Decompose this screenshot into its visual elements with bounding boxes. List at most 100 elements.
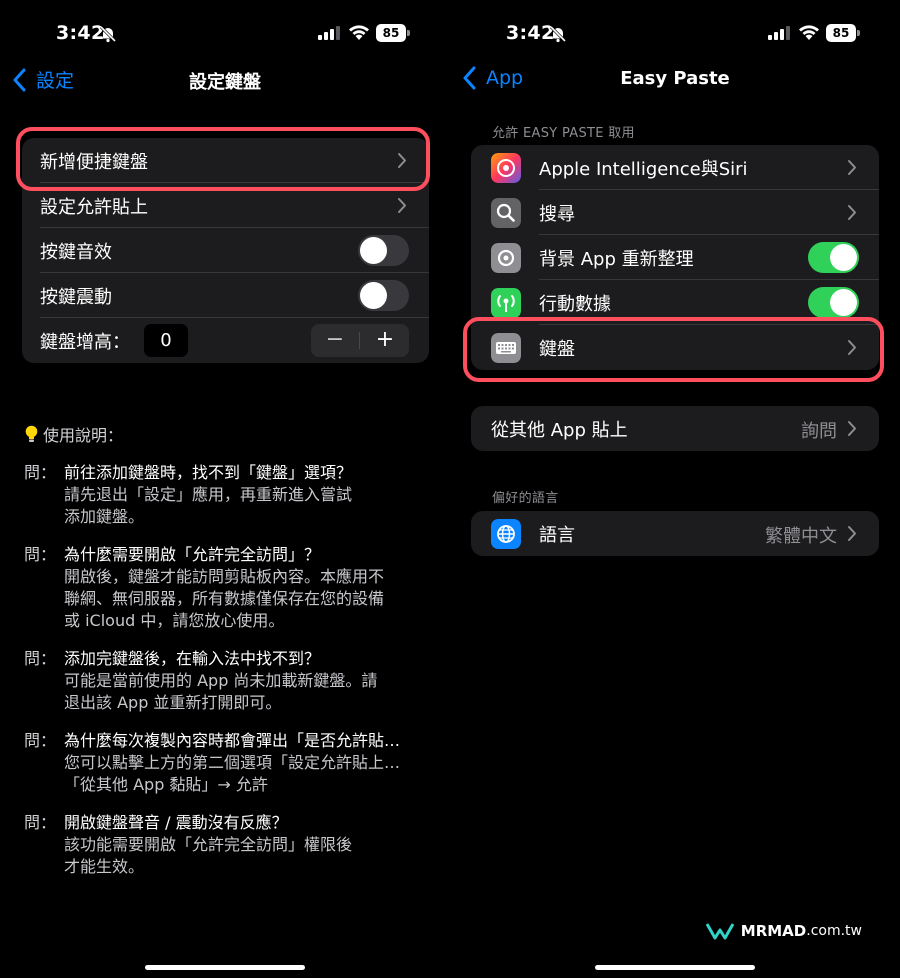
faq-answer-line: 開啟後，鍵盤才能訪問剪貼板內容。本應用不 [64, 567, 385, 586]
battery-icon: 85 [376, 24, 410, 42]
key-sound-row: 按鍵音效 [22, 228, 429, 273]
language-row[interactable]: 語言 繁體中文 [471, 511, 879, 556]
chevron-right-icon [848, 526, 856, 541]
faq-answer-line: 才能生效。 [64, 857, 145, 876]
faq-body: 添加完鍵盤後，在輸入法中找不到？ 可能是當前使用的 App 尚未加載新鍵盤。請 退出… [64, 648, 434, 714]
faq-item: 問： 添加完鍵盤後，在輸入法中找不到？ 可能是當前使用的 App 尚未加載新鍵盤。請… [24, 648, 434, 714]
decrement-button[interactable]: − [311, 324, 359, 357]
page-title: 設定鍵盤 [189, 72, 261, 93]
chevron-right-icon [848, 160, 856, 175]
watermark-brand: MRMAD [740, 922, 807, 940]
faq-item: 問： 為什麼每次複製內容時都會彈出「是否允許貼… 您可以點擊上方的第二個選項「設定允… [24, 730, 434, 796]
faq-question: 為什麼需要開啟「允許完全訪問」？ [64, 545, 321, 564]
faq-question: 前往添加鍵盤時，找不到「鍵盤」選項？ [64, 463, 353, 482]
mrmad-logo-icon [705, 923, 735, 940]
battery-level: 85 [376, 24, 406, 42]
faq-item: 問： 開啟鍵盤聲音 / 震動沒有反應？ 該功能需要開啟「允許完全訪問」權限後 才能生效… [24, 812, 434, 878]
paste-from-apps-label: 從其他 App 貼上 [491, 419, 628, 441]
wifi-icon [799, 25, 819, 40]
help-title-text: 使用說明： [43, 426, 124, 445]
home-indicator [145, 965, 305, 970]
siri-label: Apple Intelligence與Siri [539, 158, 748, 180]
faq-prefix: 問： [24, 813, 57, 832]
increment-button[interactable]: + [361, 324, 409, 357]
language-group: 語言 繁體中文 [471, 511, 879, 556]
faq-prefix: 問： [24, 649, 57, 668]
key-vibration-toggle[interactable] [358, 280, 409, 311]
chevron-right-icon [848, 421, 856, 436]
wifi-icon [349, 25, 369, 40]
cellular-signal-icon [318, 26, 340, 40]
faq-answer-line: 該功能需要開啟「允許完全訪問」權限後 [64, 835, 353, 854]
nav-bar: App Easy Paste [450, 62, 900, 98]
siri-icon [491, 153, 521, 183]
gear-icon [491, 243, 521, 273]
keyboard-height-value[interactable]: 0 [144, 324, 188, 357]
battery-level: 85 [826, 24, 856, 42]
search-icon [491, 198, 521, 228]
faq-body: 為什麼需要開啟「允許完全訪問」？ 開啟後，鍵盤才能訪問剪貼板內容。本應用不 聯網、無… [64, 544, 434, 632]
status-time: 3:42 [56, 22, 105, 44]
lightbulb-icon [25, 425, 38, 442]
faq-body: 為什麼每次複製內容時都會彈出「是否允許貼… 您可以點擊上方的第二個選項「設定允許貼… [64, 730, 434, 796]
faq-question: 為什麼每次複製內容時都會彈出「是否允許貼… [64, 731, 401, 750]
page-title: Easy Paste [620, 68, 730, 89]
faq-body: 開啟鍵盤聲音 / 震動沒有反應？ 該功能需要開啟「允許完全訪問」權限後 才能生效。 [64, 812, 434, 878]
faq-item: 問： 為什麼需要開啟「允許完全訪問」？ 開啟後，鍵盤才能訪問剪貼板內容。本應用不 聯網… [24, 544, 434, 632]
allow-paste-label: 設定允許貼上 [40, 196, 148, 218]
faq-answer-line: 或 iCloud 中，請您放心使用。 [64, 611, 285, 630]
faq-item: 問： 前往添加鍵盤時，找不到「鍵盤」選項？ 請先退出「設定」應用，再重新進入嘗試 添加… [24, 462, 434, 528]
help-section: 使用說明： 問： 前往添加鍵盤時，找不到「鍵盤」選項？ 請先退出「設定」應用，再重新… [24, 420, 434, 894]
left-screen: 3:42 85 設定 設定鍵盤 新增便捷鍵盤 設定允許貼上 按鍵音效 按鍵震動 … [0, 0, 450, 978]
siri-row[interactable]: Apple Intelligence與Siri [471, 145, 879, 190]
chevron-right-icon [398, 198, 406, 213]
cellular-label: 行動數據 [539, 293, 611, 315]
status-time: 3:42 [506, 22, 555, 44]
keyboard-height-label: 鍵盤增高： [40, 331, 130, 353]
globe-icon [491, 519, 521, 549]
faq-question: 添加完鍵盤後，在輸入法中找不到？ [64, 649, 321, 668]
key-vibration-label: 按鍵震動 [40, 286, 112, 308]
background-refresh-toggle[interactable] [808, 242, 859, 273]
faq-prefix: 問： [24, 731, 57, 750]
search-row[interactable]: 搜尋 [471, 190, 879, 235]
bell-slash-icon [99, 25, 117, 43]
highlight-box [463, 317, 884, 382]
keyboard-height-row: 鍵盤增高： 0 − + [22, 318, 429, 363]
antenna-icon [491, 288, 521, 318]
highlight-box [16, 127, 430, 191]
faq-body: 前往添加鍵盤時，找不到「鍵盤」選項？ 請先退出「設定」應用，再重新進入嘗試 添加鍵盤… [64, 462, 434, 528]
faq-prefix: 問： [24, 545, 57, 564]
help-title: 使用說明： [24, 420, 434, 448]
background-refresh-row: 背景 App 重新整理 [471, 235, 879, 280]
search-label: 搜尋 [539, 203, 575, 225]
nav-bar: 設定 設定鍵盤 [0, 62, 450, 98]
language-value: 繁體中文 [765, 526, 837, 547]
faq-answer-line: 「從其他 App 黏貼」→ 允許 [64, 775, 268, 794]
paste-from-apps-value: 詢問 [801, 421, 837, 442]
key-sound-label: 按鍵音效 [40, 241, 112, 263]
section-header-language: 偏好的語言 [492, 491, 559, 506]
watermark: MRMAD .com.tw [705, 922, 862, 940]
faq-answer-line: 可能是當前使用的 App 尚未加載新鍵盤。請 [64, 671, 378, 690]
status-bar: 3:42 85 [0, 0, 450, 60]
faq-answer-line: 聯網、無伺服器，所有數據僅保存在您的設備 [64, 589, 385, 608]
faq-answer-line: 添加鍵盤。 [64, 507, 145, 526]
section-header-allow: 允許 EASY PASTE 取用 [492, 126, 635, 141]
cellular-signal-icon [768, 26, 790, 40]
key-sound-toggle[interactable] [358, 235, 409, 266]
status-bar: 3:42 85 [450, 0, 900, 60]
chevron-right-icon [848, 205, 856, 220]
home-indicator [595, 965, 755, 970]
faq-prefix: 問： [24, 463, 57, 482]
faq-question: 開啟鍵盤聲音 / 震動沒有反應？ [64, 813, 288, 832]
paste-group: 從其他 App 貼上 詢問 [471, 406, 879, 451]
faq-answer-line: 您可以點擊上方的第二個選項「設定允許貼上… [64, 753, 401, 772]
watermark-domain: .com.tw [806, 923, 862, 939]
faq-answer-line: 請先退出「設定」應用，再重新進入嘗試 [64, 485, 353, 504]
key-vibration-row: 按鍵震動 [22, 273, 429, 318]
cellular-toggle[interactable] [808, 287, 859, 318]
bell-slash-icon [549, 25, 567, 43]
faq-answer-line: 退出該 App 並重新打開即可。 [64, 693, 282, 712]
paste-from-apps-row[interactable]: 從其他 App 貼上 詢問 [471, 406, 879, 451]
